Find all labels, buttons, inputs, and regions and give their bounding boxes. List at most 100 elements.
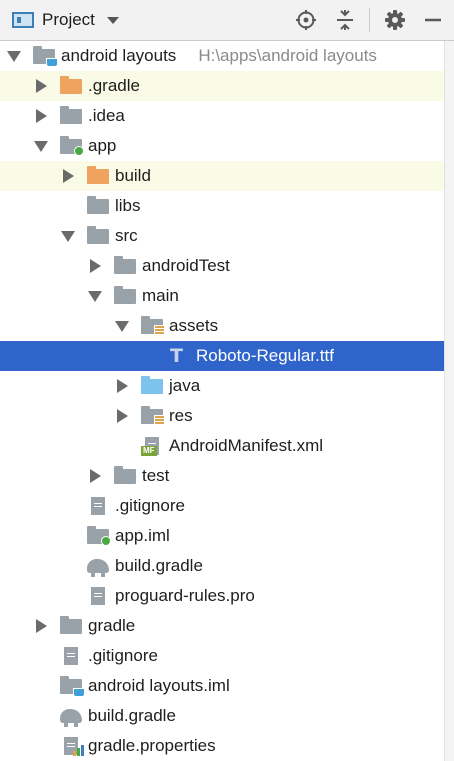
- collapse-all-icon: [337, 10, 353, 30]
- tree-toggle: [114, 438, 130, 454]
- locate-button[interactable]: [294, 8, 318, 32]
- expand-arrow-icon[interactable]: [116, 409, 128, 423]
- tree-row[interactable]: assets: [0, 311, 444, 341]
- tree-row[interactable]: T Roboto-Regular.ttf: [0, 341, 444, 371]
- tree-item-label: build.gradle: [88, 706, 176, 725]
- tree-row[interactable]: android layouts H:\apps\android layouts: [0, 41, 444, 71]
- project-path: H:\apps\android layouts: [198, 46, 377, 65]
- tree-row[interactable]: proguard-rules.pro: [0, 581, 444, 611]
- collapse-arrow-icon[interactable]: [88, 290, 102, 302]
- tree-item-label: java: [169, 376, 201, 395]
- tree-item-label: Roboto-Regular.ttf: [196, 346, 334, 365]
- tree-toggle[interactable]: [33, 138, 49, 154]
- tree-row[interactable]: android layouts.iml: [0, 671, 444, 701]
- tree-toggle: [33, 738, 49, 754]
- tree-item-label: test: [142, 466, 170, 485]
- tree-item-label: gradle.properties: [88, 736, 216, 755]
- expand-arrow-icon[interactable]: [116, 379, 128, 393]
- collapse-arrow-icon[interactable]: [61, 230, 75, 242]
- tree-item-label: proguard-rules.pro: [115, 586, 255, 605]
- tree-row[interactable]: build: [0, 161, 444, 191]
- expand-arrow-icon[interactable]: [35, 109, 47, 123]
- text-file-icon: [87, 496, 109, 516]
- tree-row[interactable]: libs: [0, 191, 444, 221]
- tree-toggle: [33, 708, 49, 724]
- resource-folder-icon: [141, 316, 165, 336]
- tree-row[interactable]: main: [0, 281, 444, 311]
- tree-row[interactable]: test: [0, 461, 444, 491]
- tree-toggle[interactable]: [60, 228, 76, 244]
- tree-item-label: androidTest: [142, 256, 230, 275]
- project-view-icon: [12, 12, 34, 28]
- tree-toggle[interactable]: [33, 78, 49, 94]
- tree-item-label: res: [169, 406, 193, 425]
- tree-item-label: .gitignore: [115, 496, 185, 515]
- tree-row[interactable]: .gitignore: [0, 491, 444, 521]
- gradle-file-icon: [60, 706, 82, 727]
- tree-toggle[interactable]: [114, 378, 130, 394]
- folder-gray-icon: [114, 286, 136, 306]
- tree-row[interactable]: gradle.properties: [0, 731, 444, 761]
- tree-toggle[interactable]: [33, 618, 49, 634]
- tree-item-label: android layouts.iml: [88, 676, 230, 695]
- gradle-file-icon: [87, 556, 109, 577]
- expand-arrow-icon[interactable]: [89, 469, 101, 483]
- tree-toggle[interactable]: [114, 408, 130, 424]
- tree-toggle: [60, 558, 76, 574]
- tree-toggle[interactable]: [114, 318, 130, 334]
- expand-arrow-icon[interactable]: [89, 259, 101, 273]
- tree-row[interactable]: MF AndroidManifest.xml: [0, 431, 444, 461]
- tree-item-label: android layouts: [61, 46, 177, 65]
- iml-file-icon: [87, 526, 111, 546]
- tree-toggle: [60, 528, 76, 544]
- tree-item-label: app: [88, 136, 117, 155]
- tree-item-label: main: [142, 286, 179, 305]
- tree-row[interactable]: res: [0, 401, 444, 431]
- hide-panel-button[interactable]: [421, 8, 445, 32]
- tree-item-label: app.iml: [115, 526, 170, 545]
- tree-row[interactable]: gradle: [0, 611, 444, 641]
- tree-toggle: [33, 678, 49, 694]
- tree-toggle[interactable]: [60, 168, 76, 184]
- tree-row[interactable]: build.gradle: [0, 701, 444, 731]
- tree-row[interactable]: src: [0, 221, 444, 251]
- folder-gray-icon: [114, 466, 136, 486]
- project-view-selector[interactable]: Project: [12, 6, 119, 34]
- collapse-arrow-icon[interactable]: [7, 50, 21, 62]
- tree-row[interactable]: java: [0, 371, 444, 401]
- properties-file-icon: [60, 736, 84, 756]
- collapse-all-button[interactable]: [333, 8, 357, 32]
- tree-row[interactable]: app.iml: [0, 521, 444, 551]
- tree-toggle[interactable]: [33, 108, 49, 124]
- tree-toggle[interactable]: [87, 468, 103, 484]
- tree-row[interactable]: .gradle: [0, 71, 444, 101]
- tree-item-label: src: [115, 226, 138, 245]
- tree-row[interactable]: app: [0, 131, 444, 161]
- module-iml-file-icon: [60, 676, 85, 697]
- tree-item-label: libs: [115, 196, 141, 215]
- folder-orange-icon: [60, 76, 82, 96]
- collapse-arrow-icon[interactable]: [34, 140, 48, 152]
- tree-item-label: gradle: [88, 616, 136, 635]
- tree-scrollbar[interactable]: [444, 41, 454, 761]
- folder-gray-icon: [114, 256, 136, 276]
- tree-item-label: AndroidManifest.xml: [169, 436, 324, 455]
- tree-item-label: .gitignore: [88, 646, 158, 665]
- manifest-file-icon: MF: [141, 436, 163, 456]
- settings-button[interactable]: [383, 8, 407, 32]
- expand-arrow-icon[interactable]: [35, 79, 47, 93]
- tree-toggle[interactable]: [87, 288, 103, 304]
- tree-row[interactable]: .idea: [0, 101, 444, 131]
- tree-row[interactable]: androidTest: [0, 251, 444, 281]
- tree-row[interactable]: .gitignore: [0, 641, 444, 671]
- tree-item-label: .gradle: [88, 76, 140, 95]
- app-module-folder-icon: [60, 136, 84, 156]
- tree-toggle[interactable]: [6, 48, 22, 64]
- tree-toggle: [60, 198, 76, 214]
- expand-arrow-icon[interactable]: [35, 619, 47, 633]
- collapse-arrow-icon[interactable]: [115, 320, 129, 332]
- tree-row[interactable]: build.gradle: [0, 551, 444, 581]
- tree-toggle[interactable]: [87, 258, 103, 274]
- project-toolbar: Project: [0, 0, 454, 41]
- expand-arrow-icon[interactable]: [62, 169, 74, 183]
